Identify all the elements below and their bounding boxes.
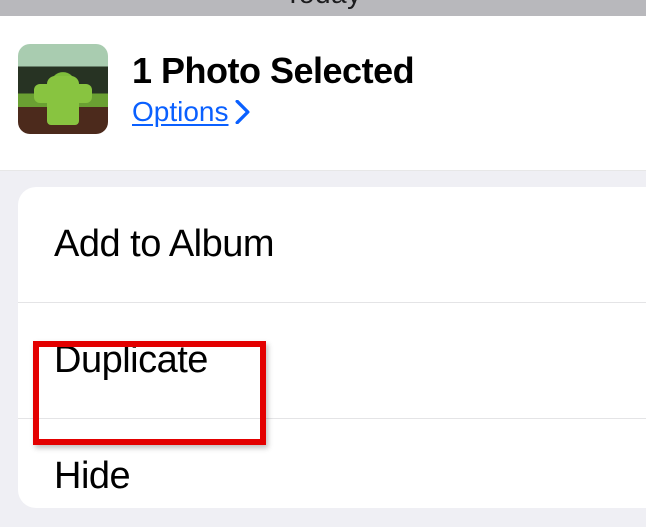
photo-thumbnail[interactable] xyxy=(18,44,108,134)
section-spacer xyxy=(0,171,646,187)
share-header: 1 Photo Selected Options xyxy=(0,16,646,171)
duplicate-label: Duplicate xyxy=(54,339,208,381)
chevron-right-icon xyxy=(235,100,250,124)
add-to-album-label: Add to Album xyxy=(54,223,274,265)
options-label: Options xyxy=(132,96,229,128)
hide-label: Hide xyxy=(54,455,130,497)
top-bar: Today xyxy=(0,0,646,16)
header-text: 1 Photo Selected Options xyxy=(132,50,414,128)
selection-title: 1 Photo Selected xyxy=(132,50,414,92)
options-button[interactable]: Options xyxy=(132,96,414,128)
duplicate-button[interactable]: Duplicate xyxy=(18,303,646,419)
top-bar-label: Today xyxy=(284,0,361,10)
action-list: Add to Album Duplicate Hide xyxy=(18,187,646,508)
hide-button[interactable]: Hide xyxy=(18,419,646,508)
add-to-album-button[interactable]: Add to Album xyxy=(18,187,646,303)
